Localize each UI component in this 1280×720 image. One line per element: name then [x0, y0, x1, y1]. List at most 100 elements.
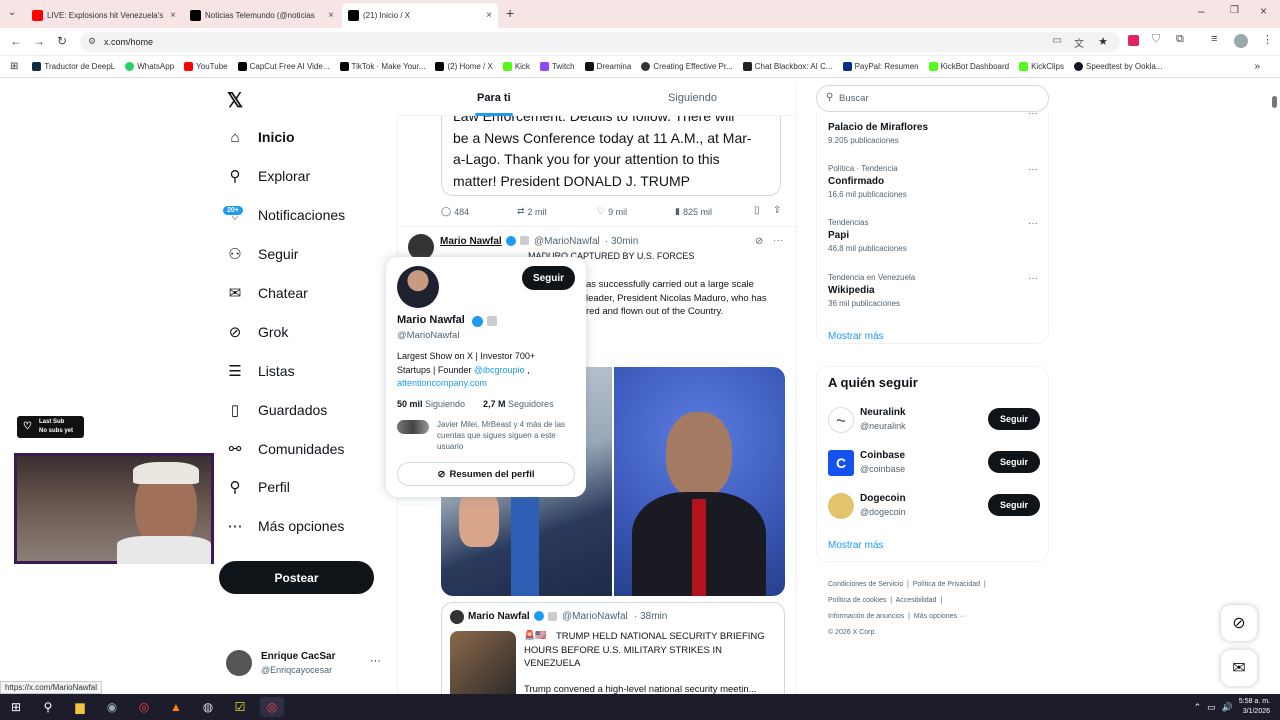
trend-item[interactable]: Palacio de Miraflores 9.205 publicacione… — [828, 108, 1038, 145]
more-bookmarks-icon[interactable]: » — [1254, 61, 1260, 72]
bookmark-paypal[interactable]: PayPal: Resumen — [842, 62, 919, 71]
hovercard-name[interactable]: Mario Nawfal — [397, 314, 465, 326]
address-bar[interactable]: ⚙ x.com/home ★ 文 ▭ — [80, 32, 1120, 52]
steam-icon[interactable]: ◉ — [100, 697, 124, 717]
follow-suggestion-neuralink[interactable]: ⏦ Neuralink @neuralink Seguir — [828, 405, 1040, 435]
repost-button[interactable]: ⇄ 2 mil — [517, 206, 547, 217]
bio-mention-link[interactable]: @ibcgroupio — [474, 365, 525, 375]
tab-following[interactable]: Siguiendo — [596, 82, 796, 116]
back-icon[interactable]: ← — [10, 34, 22, 48]
maximize-window-icon[interactable]: ❐ — [1230, 5, 1239, 16]
footer-link[interactable]: Política de cookies — [828, 597, 886, 604]
bookmark-kick[interactable]: Kick — [502, 62, 530, 71]
nav-item-comunidades[interactable]: ⚯ Comunidades — [226, 440, 345, 458]
bookmark-deepl[interactable]: Traductor de DeepL — [32, 62, 115, 71]
post-button[interactable]: Postear — [219, 561, 374, 594]
tweet-author-name[interactable]: Mario Nawfal — [440, 236, 502, 247]
volume-icon[interactable]: 🔊 — [1222, 702, 1233, 713]
start-button-icon[interactable]: ⊞ — [4, 697, 28, 717]
grok-floating-button[interactable]: ⊘ — [1221, 605, 1257, 641]
browser-menu-icon[interactable]: ⋮ — [1262, 33, 1273, 46]
x-logo-icon[interactable]: 𝕏 — [227, 88, 243, 113]
tweet-author-handle[interactable]: @MarioNawfal — [534, 236, 600, 247]
nav-item-explorar[interactable]: ⚲ Explorar — [226, 167, 311, 185]
hovercard-follow-button[interactable]: Seguir — [522, 266, 575, 290]
close-window-icon[interactable]: × — [1260, 4, 1267, 18]
bookmark-x-home[interactable]: (2) Home / X — [435, 62, 493, 71]
trend-more-icon[interactable]: ··· — [1028, 164, 1038, 175]
grok-explain-icon[interactable]: ⊘ — [755, 236, 763, 247]
close-tab-icon[interactable]: × — [486, 10, 492, 21]
close-tab-icon[interactable]: × — [328, 10, 334, 21]
taskbar-search-icon[interactable]: ⚲ — [36, 697, 60, 717]
bookmark-whatsapp[interactable]: WhatsApp — [125, 62, 174, 71]
forward-icon[interactable]: → — [33, 34, 45, 48]
account-more-icon[interactable]: ··· — [370, 655, 381, 667]
like-button[interactable]: ♡ 9 mil — [597, 206, 627, 217]
tab-search-icon[interactable]: ⌄ — [8, 7, 16, 18]
trend-more-icon[interactable]: ··· — [1028, 108, 1038, 119]
nav-item-inicio[interactable]: ⌂ Inicio — [226, 128, 294, 146]
new-tab-button[interactable]: + — [506, 5, 514, 21]
reading-list-icon[interactable]: ≡ — [1211, 33, 1217, 45]
bookmark-star-icon[interactable]: ★ — [1098, 35, 1108, 48]
hovercard-avatar[interactable] — [397, 266, 439, 308]
shield-extension-icon[interactable]: ⛉ — [1152, 33, 1160, 46]
share-icon[interactable]: ⇪ — [773, 205, 781, 216]
hovercard-followers[interactable]: 2,7 M Seguidores — [483, 399, 554, 409]
obs-icon[interactable]: ◍ — [196, 697, 220, 717]
quoted-tweet-card[interactable]: Mario Nawfal @MarioNawfal · 38min 🚨🇺🇸 TR… — [441, 602, 785, 695]
tweet-time[interactable]: · 30min — [605, 236, 638, 247]
profile-summary-button[interactable]: ⊘ Resumen del perfil — [397, 462, 575, 486]
site-info-icon[interactable]: ⚙ — [88, 36, 96, 47]
translate-icon[interactable]: 文 — [1074, 35, 1084, 50]
bookmark-kickclips[interactable]: KickClips — [1019, 62, 1064, 71]
nav-item-más-opciones[interactable]: ⋯ Más opciones — [226, 517, 345, 535]
trend-item[interactable]: Tendencias Papi 46,8 mil publicaciones ·… — [828, 218, 1038, 253]
bookmark-dreamina[interactable]: Dreamina — [584, 62, 631, 71]
chrome-icon[interactable]: ◎ — [132, 697, 156, 717]
follow-show-more-link[interactable]: Mostrar más — [828, 540, 884, 551]
close-tab-icon[interactable]: × — [170, 10, 176, 21]
nav-item-perfil[interactable]: ⚲ Perfil — [226, 478, 290, 496]
nav-item-guardados[interactable]: ▯ Guardados — [226, 401, 327, 419]
bookmark-kickbot[interactable]: KickBot Dashboard — [928, 62, 1009, 71]
extensions-puzzle-icon[interactable]: ⧉ — [1176, 33, 1184, 46]
page-scrollbar[interactable] — [1272, 96, 1277, 108]
bookmark-tiktok[interactable]: TikTok · Make Your... — [339, 62, 425, 71]
extension-red-icon[interactable] — [1128, 35, 1139, 46]
follow-button[interactable]: Seguir — [988, 408, 1040, 430]
bookmark-youtube[interactable]: YouTube — [184, 62, 228, 71]
footer-link[interactable]: Política de Privacidad — [913, 581, 980, 588]
hovercard-following[interactable]: 50 mil Siguiendo — [397, 399, 465, 409]
bookmark-speedtest[interactable]: Speedtest by Ookla... — [1073, 62, 1162, 71]
footer-link[interactable]: Accesibilidad — [896, 597, 937, 604]
chrome-active-icon[interactable]: ◎ — [260, 697, 284, 717]
nav-item-seguir[interactable]: ⚇ Seguir — [226, 245, 298, 263]
footer-link[interactable]: Condiciones de Servicio — [828, 581, 903, 588]
apps-grid-icon[interactable]: ⊞ — [10, 61, 18, 72]
bookmark-icon[interactable]: ▯ — [754, 205, 760, 216]
trend-more-icon[interactable]: ··· — [1028, 273, 1038, 284]
reply-button[interactable]: ◯ 484 — [441, 206, 469, 217]
trend-item[interactable]: Tendencia en Venezuela Wikipedia 36 mil … — [828, 273, 1038, 308]
nav-item-grok[interactable]: ⊘ Grok — [226, 323, 289, 341]
follow-suggestion-coinbase[interactable]: C Coinbase @coinbase Seguir — [828, 448, 1040, 478]
profile-avatar-icon[interactable] — [1234, 34, 1248, 48]
follow-suggestion-dogecoin[interactable]: Dogecoin @dogecoin Seguir — [828, 491, 1040, 521]
bookmark-creating-effective[interactable]: Creating Effective Pr... — [641, 62, 733, 71]
tab-for-you[interactable]: Para ti — [397, 82, 596, 116]
tweet-more-icon[interactable]: ··· — [773, 235, 783, 246]
footer-link[interactable]: Información de anuncios — [828, 613, 904, 620]
trends-show-more-link[interactable]: Mostrar más — [828, 331, 884, 342]
app-yellow-icon[interactable]: ☑ — [228, 697, 252, 717]
trend-more-icon[interactable]: ··· — [1028, 218, 1038, 229]
tweet-media-maduro[interactable] — [614, 367, 785, 596]
footer-link[interactable]: Más opciones ··· — [914, 613, 966, 620]
follow-button[interactable]: Seguir — [988, 494, 1040, 516]
tab-youtube-live[interactable]: LIVE: Explosions hit Venezuela's × — [26, 3, 182, 28]
file-explorer-icon[interactable]: ▆ — [68, 697, 92, 717]
views-button[interactable]: ▮ 825 mil — [675, 206, 712, 217]
follow-button[interactable]: Seguir — [988, 451, 1040, 473]
install-app-icon[interactable]: ▭ — [1053, 35, 1062, 46]
